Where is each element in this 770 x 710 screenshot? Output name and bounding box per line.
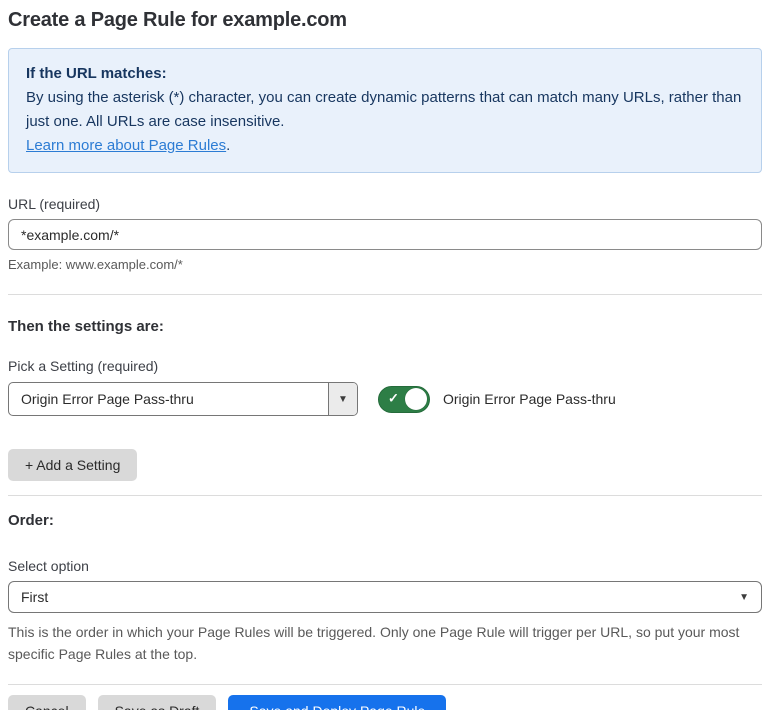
url-input[interactable] <box>8 219 762 250</box>
page-title: Create a Page Rule for example.com <box>8 9 347 31</box>
toggle-label: Origin Error Page Pass-thru <box>443 391 616 407</box>
divider <box>8 684 762 685</box>
url-matches-info-box: If the URL matches: By using the asteris… <box>8 48 762 173</box>
info-box-heading: If the URL matches: <box>26 65 167 82</box>
settings-section-heading: Then the settings are: <box>8 318 164 335</box>
footer-button-row: Cancel Save as Draft Save and Deploy Pag… <box>8 695 762 710</box>
order-section-heading: Order: <box>8 512 54 529</box>
link-suffix: . <box>226 137 231 154</box>
add-setting-button[interactable]: + Add a Setting <box>8 449 138 481</box>
setting-toggle-group: ✓ Origin Error Page Pass-thru <box>378 385 616 413</box>
check-icon: ✓ <box>388 390 399 406</box>
info-box-body: By using the asterisk (*) character, you… <box>26 89 742 130</box>
url-example-helper: Example: www.example.com/* <box>8 257 183 272</box>
toggle-knob <box>405 388 427 410</box>
origin-error-toggle[interactable]: ✓ <box>378 385 430 413</box>
info-box-link-line: Learn more about Page Rules. <box>26 134 744 158</box>
setting-dropdown-value: Origin Error Page Pass-thru <box>21 391 194 407</box>
chevron-down-icon[interactable]: ▼ <box>328 383 357 415</box>
learn-more-link[interactable]: Learn more about Page Rules <box>26 137 226 154</box>
order-helper-text: This is the order in which your Page Rul… <box>8 624 740 662</box>
order-select-value: First <box>21 589 49 605</box>
save-draft-button[interactable]: Save as Draft <box>97 695 217 710</box>
chevron-down-icon: ▼ <box>739 591 749 603</box>
setting-row: Origin Error Page Pass-thru ▼ ✓ Origin E… <box>8 382 762 416</box>
cancel-button[interactable]: Cancel <box>8 695 86 710</box>
setting-dropdown[interactable]: Origin Error Page Pass-thru ▼ <box>8 382 358 416</box>
url-field-label: URL (required) <box>8 196 101 212</box>
save-deploy-button[interactable]: Save and Deploy Page Rule <box>228 695 447 710</box>
divider <box>8 495 762 496</box>
pick-setting-label: Pick a Setting (required) <box>8 358 159 374</box>
divider <box>8 294 762 295</box>
select-option-label: Select option <box>8 558 89 574</box>
order-select[interactable]: First ▼ <box>8 581 762 613</box>
